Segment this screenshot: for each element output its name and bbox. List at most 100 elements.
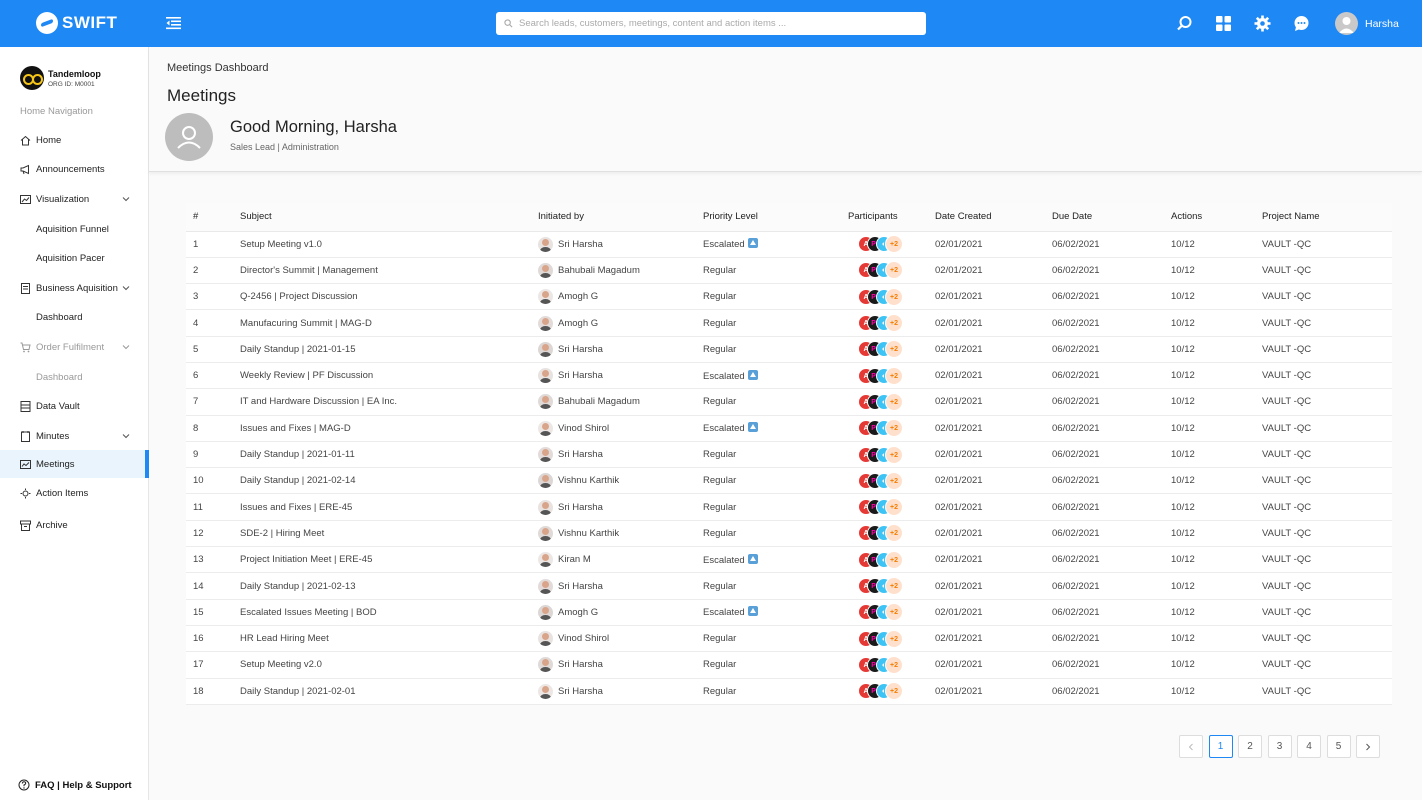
row-initiator[interactable]: Sri Harsha xyxy=(538,236,703,252)
table-row[interactable]: 18 Daily Standup | 2021-02-01 Sri Harsha Re… xyxy=(186,678,1392,705)
row-actions[interactable]: 10/12 xyxy=(1171,441,1262,469)
sidebar-item-business-dashboard[interactable]: Dashboard xyxy=(0,303,149,331)
sidebar-item-archive[interactable]: Archive xyxy=(0,511,149,539)
row-actions[interactable]: 10/12 xyxy=(1171,336,1262,363)
sidebar-item-action-items[interactable]: Action Items xyxy=(0,479,149,507)
row-actions[interactable]: 10/12 xyxy=(1171,283,1262,311)
row-subject[interactable]: Manufacuring Summit | MAG-D xyxy=(240,309,538,337)
col-date-created[interactable]: Date Created xyxy=(935,203,1052,232)
row-actions[interactable]: 10/12 xyxy=(1171,493,1262,521)
search-icon[interactable] xyxy=(1176,15,1193,32)
row-actions[interactable]: 10/12 xyxy=(1171,651,1262,679)
table-row[interactable]: 15 Escalated Issues Meeting | BOD Amogh G E… xyxy=(186,599,1392,626)
row-initiator[interactable]: Sri Harsha xyxy=(538,683,703,699)
row-actions[interactable]: 10/12 xyxy=(1171,388,1262,416)
table-row[interactable]: 11 Issues and Fixes | ERE-45 Sri Harsha Reg… xyxy=(186,493,1392,521)
sidebar-item-announcements[interactable]: Announcements xyxy=(0,155,149,183)
table-row[interactable]: 10 Daily Standup | 2021-02-14 Vishnu Karth… xyxy=(186,467,1392,495)
row-subject[interactable]: HR Lead Hiring Meet xyxy=(240,625,538,653)
row-initiator[interactable]: Sri Harsha xyxy=(538,578,703,594)
table-row[interactable]: 12 SDE-2 | Hiring Meet Vishnu Karthik Regul… xyxy=(186,520,1392,548)
col-initiated-by[interactable]: Initiated by xyxy=(538,203,703,232)
row-subject[interactable]: Issues and Fixes | MAG-D xyxy=(240,415,538,442)
participants-stack[interactable]: A Pr ◐ +2 xyxy=(858,419,914,438)
participants-stack[interactable]: A Pr ◐ +2 xyxy=(858,550,914,569)
sidebar-item-home[interactable]: Home xyxy=(0,126,149,154)
table-row[interactable]: 14 Daily Standup | 2021-02-13 Sri Harsha Re… xyxy=(186,572,1392,600)
row-actions[interactable]: 10/12 xyxy=(1171,625,1262,653)
participants-stack[interactable]: A Pr ◐ +2 xyxy=(858,392,914,411)
participants-stack[interactable]: A Pr ◐ +2 xyxy=(858,471,914,490)
prev-page-button[interactable] xyxy=(1179,735,1203,758)
row-subject[interactable]: Setup Meeting v1.0 xyxy=(240,231,538,258)
row-initiator[interactable]: Sri Harsha xyxy=(538,499,703,515)
row-subject[interactable]: Weekly Review | PF Discussion xyxy=(240,362,538,390)
row-initiator[interactable]: Sri Harsha xyxy=(538,657,703,673)
chat-icon[interactable] xyxy=(1293,15,1310,32)
menu-collapse-icon[interactable] xyxy=(166,16,181,30)
sidebar-item-visualization[interactable]: Visualization xyxy=(0,185,149,213)
page-button-4[interactable]: 4 xyxy=(1297,735,1321,758)
page-button-3[interactable]: 3 xyxy=(1267,735,1292,758)
next-page-button[interactable] xyxy=(1356,735,1380,758)
sidebar-item-data-vault[interactable]: Data Vault xyxy=(0,392,149,420)
row-actions[interactable]: 10/12 xyxy=(1171,231,1262,258)
participants-stack[interactable]: A Pr ◐ +2 xyxy=(858,498,914,517)
col-actions[interactable]: Actions xyxy=(1171,203,1262,232)
col-participants[interactable]: Participants xyxy=(848,203,935,232)
row-initiator[interactable]: Sri Harsha xyxy=(538,447,703,463)
row-initiator[interactable]: Vishnu Karthik xyxy=(538,525,703,541)
brand-logo[interactable]: SWIFT xyxy=(36,12,117,34)
participants-stack[interactable]: A Pr ◐ +2 xyxy=(858,655,914,674)
page-button-5[interactable]: 5 xyxy=(1326,735,1351,758)
row-actions[interactable]: 10/12 xyxy=(1171,362,1262,390)
row-subject[interactable]: Director's Summit | Management xyxy=(240,257,538,285)
row-actions[interactable]: 10/12 xyxy=(1171,599,1262,626)
sidebar-item-aquisition-funnel[interactable]: Aquisition Funnel xyxy=(0,215,149,243)
row-subject[interactable]: Daily Standup | 2021-02-13 xyxy=(240,572,538,600)
table-row[interactable]: 9 Daily Standup | 2021-01-11 Sri Harsha Reg… xyxy=(186,441,1392,469)
row-initiator[interactable]: Kiran M xyxy=(538,552,703,568)
breadcrumb[interactable]: Meetings Dashboard xyxy=(167,62,269,74)
row-initiator[interactable]: Bahubali Magadum xyxy=(538,262,703,278)
participants-stack[interactable]: A Pr ◐ +2 xyxy=(858,682,914,701)
table-row[interactable]: 16 HR Lead Hiring Meet Vinod Shirol Regular… xyxy=(186,625,1392,653)
row-subject[interactable]: Q-2456 | Project Discussion xyxy=(240,283,538,311)
row-subject[interactable]: Daily Standup | 2021-02-14 xyxy=(240,467,538,495)
table-row[interactable]: 4 Manufacuring Summit | MAG-D Amogh G Regul… xyxy=(186,309,1392,337)
col-number[interactable]: # xyxy=(186,203,240,232)
row-actions[interactable]: 10/12 xyxy=(1171,257,1262,285)
row-actions[interactable]: 10/12 xyxy=(1171,572,1262,600)
row-actions[interactable]: 10/12 xyxy=(1171,546,1262,574)
row-initiator[interactable]: Bahubali Magadum xyxy=(538,394,703,410)
row-subject[interactable]: SDE-2 | Hiring Meet xyxy=(240,520,538,548)
org-switcher[interactable]: Tandemloop ORG ID: M0001 xyxy=(20,66,101,90)
sidebar-item-meetings[interactable]: Meetings xyxy=(0,450,149,478)
table-row[interactable]: 13 Project Initiation Meet | ERE-45 Kiran … xyxy=(186,546,1392,574)
row-initiator[interactable]: Amogh G xyxy=(538,289,703,305)
row-initiator[interactable]: Vishnu Karthik xyxy=(538,473,703,489)
row-initiator[interactable]: Amogh G xyxy=(538,604,703,620)
gear-icon[interactable] xyxy=(1254,15,1271,32)
participants-stack[interactable]: A Pr ◐ +2 xyxy=(858,235,914,254)
row-actions[interactable]: 10/12 xyxy=(1171,415,1262,442)
row-subject[interactable]: Issues and Fixes | ERE-45 xyxy=(240,493,538,521)
table-row[interactable]: 7 IT and Hardware Discussion | EA Inc. Bah… xyxy=(186,388,1392,416)
row-subject[interactable]: Escalated Issues Meeting | BOD xyxy=(240,599,538,626)
user-menu[interactable]: Harsha xyxy=(1335,12,1399,35)
row-initiator[interactable]: Amogh G xyxy=(538,315,703,331)
table-row[interactable]: 6 Weekly Review | PF Discussion Sri Harsha… xyxy=(186,362,1392,390)
col-subject[interactable]: Subject xyxy=(240,203,538,232)
row-actions[interactable]: 10/12 xyxy=(1171,467,1262,495)
faq-help-link[interactable]: FAQ | Help & Support xyxy=(18,779,132,791)
table-row[interactable]: 2 Director's Summit | Management Bahubali … xyxy=(186,257,1392,285)
participants-stack[interactable]: A Pr ◐ +2 xyxy=(858,261,914,280)
table-row[interactable]: 3 Q-2456 | Project Discussion Amogh G Regul… xyxy=(186,283,1392,311)
row-initiator[interactable]: Vinod Shirol xyxy=(538,631,703,647)
sidebar-item-minutes[interactable]: Minutes xyxy=(0,422,149,450)
col-priority[interactable]: Priority Level xyxy=(703,203,848,232)
col-due-date[interactable]: Due Date xyxy=(1052,203,1171,232)
participants-stack[interactable]: A Pr ◐ +2 xyxy=(858,603,914,622)
row-subject[interactable]: Setup Meeting v2.0 xyxy=(240,651,538,679)
participants-stack[interactable]: A Pr ◐ +2 xyxy=(858,287,914,306)
